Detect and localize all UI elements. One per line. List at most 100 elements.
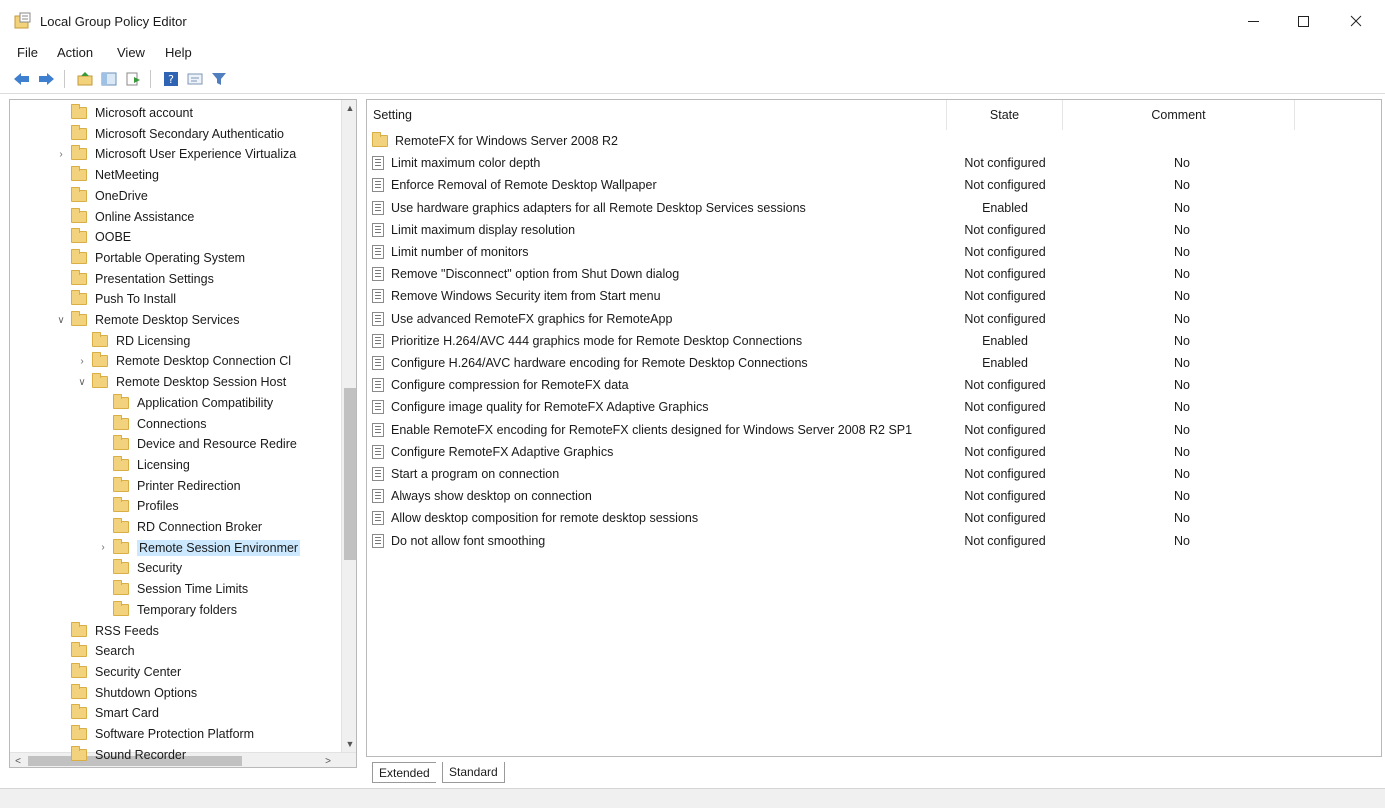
tree-item[interactable]: Software Protection Platform <box>71 724 254 744</box>
expand-chevron-icon[interactable]: › <box>55 149 67 160</box>
collapse-chevron-icon[interactable]: ∨ <box>55 315 67 326</box>
tree-item[interactable]: Temporary folders <box>113 600 237 620</box>
policy-row[interactable]: Configure H.264/AVC hardware encoding fo… <box>367 353 1381 375</box>
tree-item[interactable]: Connections <box>113 414 207 434</box>
tree-item[interactable]: ∨ Remote Desktop Services <box>57 310 240 330</box>
policy-row[interactable]: Use hardware graphics adapters for all R… <box>367 198 1381 220</box>
tree-scroll-thumb[interactable] <box>344 388 356 560</box>
tree-item[interactable]: Microsoft Secondary Authenticatio <box>71 124 284 144</box>
tree-item[interactable]: Profiles <box>113 496 179 516</box>
tree-item-label: Application Compatibility <box>137 395 274 410</box>
tree-item[interactable]: Smart Card <box>71 703 159 723</box>
column-header-setting[interactable]: Setting <box>367 100 947 130</box>
policy-row[interactable]: Enable RemoteFX encoding for RemoteFX cl… <box>367 420 1381 442</box>
policy-row[interactable]: Configure image quality for RemoteFX Ada… <box>367 397 1381 419</box>
properties-icon <box>187 73 203 85</box>
scroll-up-arrow-icon[interactable]: ▲ <box>342 100 356 116</box>
expand-chevron-icon[interactable]: › <box>76 356 88 367</box>
tree-item[interactable]: Online Assistance <box>71 207 195 227</box>
tree-item[interactable]: RD Licensing <box>92 331 190 351</box>
tree-item[interactable]: Search <box>71 641 135 661</box>
tree-item[interactable]: › Remote Session Environmer <box>101 538 301 558</box>
tree-item[interactable]: › Microsoft User Experience Virtualiza <box>59 144 297 164</box>
export-list-button[interactable] <box>122 68 144 90</box>
policy-row[interactable]: Configure RemoteFX Adaptive Graphics Not … <box>367 442 1381 464</box>
up-one-level-button[interactable] <box>74 68 96 90</box>
tree-item[interactable]: Push To Install <box>71 289 176 309</box>
tree-item[interactable]: › Remote Desktop Connection Cl <box>80 351 291 371</box>
tree-item-label: Security Center <box>95 664 182 679</box>
expand-chevron-icon[interactable]: › <box>97 542 109 553</box>
menu-help[interactable]: Help <box>165 45 192 60</box>
collapse-chevron-icon[interactable]: ∨ <box>76 377 88 388</box>
tree-item[interactable]: OneDrive <box>71 186 148 206</box>
policy-row[interactable]: Use advanced RemoteFX graphics for Remot… <box>367 309 1381 331</box>
tree-item-label: Microsoft User Experience Virtualiza <box>95 147 297 162</box>
folder-icon <box>71 290 87 306</box>
tree-item[interactable]: Shutdown Options <box>71 683 197 703</box>
policy-row[interactable]: Limit number of monitors Not configured No <box>367 242 1381 264</box>
close-button[interactable] <box>1333 6 1379 36</box>
tree-item[interactable]: OOBE <box>71 227 131 247</box>
policy-row[interactable]: Start a program on connection Not configu… <box>367 464 1381 486</box>
tab-extended[interactable]: Extended <box>372 762 436 783</box>
tree-item[interactable]: ∨ Remote Desktop Session Host <box>78 372 286 392</box>
policy-row[interactable]: Do not allow font smoothing Not configure… <box>367 531 1381 553</box>
policy-row[interactable]: Limit maximum display resolution Not conf… <box>367 220 1381 242</box>
tree-item[interactable]: Device and Resource Redire <box>113 434 297 454</box>
column-header-state[interactable]: State <box>947 100 1063 130</box>
tab-standard[interactable]: Standard <box>442 762 505 783</box>
policy-row[interactable]: Enforce Removal of Remote Desktop Wallpa… <box>367 175 1381 197</box>
policy-row[interactable]: Allow desktop composition for remote des… <box>367 508 1381 530</box>
menu-view[interactable]: View <box>117 45 145 60</box>
policy-row[interactable]: Remove "Disconnect" option from Shut Dow… <box>367 264 1381 286</box>
back-button[interactable] <box>11 68 33 90</box>
policy-row[interactable]: Remove Windows Security item from Start … <box>367 286 1381 308</box>
minimize-button[interactable] <box>1230 6 1276 36</box>
scroll-right-arrow-icon[interactable]: > <box>320 753 336 767</box>
tree-item[interactable]: Printer Redirection <box>113 476 241 496</box>
policy-row[interactable]: Limit maximum color depth Not configured N… <box>367 153 1381 175</box>
menu-file[interactable]: File <box>17 45 38 60</box>
policy-row[interactable]: Prioritize H.264/AVC 444 graphics mode f… <box>367 331 1381 353</box>
forward-button[interactable] <box>35 68 57 90</box>
tree-item[interactable]: Sound Recorder <box>71 745 186 765</box>
policy-row[interactable]: Always show desktop on connection Not con… <box>367 486 1381 508</box>
comment-cell: No <box>1174 200 1190 215</box>
column-header-comment[interactable]: Comment <box>1063 100 1295 130</box>
tree-item[interactable]: RD Connection Broker <box>113 517 262 537</box>
comment-cell: No <box>1174 467 1190 481</box>
state-cell: Not configured <box>964 245 1046 259</box>
comment-cell: No <box>1174 400 1190 415</box>
maximize-button[interactable] <box>1280 6 1326 36</box>
setting-cell: Use hardware graphics adapters for all R… <box>372 200 806 215</box>
show-hide-console-tree-button[interactable] <box>98 68 120 90</box>
tree-item[interactable]: Microsoft account <box>71 103 193 123</box>
status-bar <box>0 788 1385 808</box>
tree-item[interactable]: Security <box>113 558 182 578</box>
properties-button[interactable] <box>184 68 206 90</box>
menu-action[interactable]: Action <box>57 45 93 60</box>
settings-list[interactable]: Setting State Comment RemoteFX for Windo… <box>366 99 1382 757</box>
folder-icon <box>113 538 129 554</box>
tree-item[interactable]: Application Compatibility <box>113 393 274 413</box>
tree-item[interactable]: Security Center <box>71 662 182 682</box>
tree-item[interactable]: Presentation Settings <box>71 269 214 289</box>
scroll-left-arrow-icon[interactable]: < <box>10 753 26 767</box>
tree-item[interactable]: Licensing <box>113 455 190 475</box>
help-button[interactable]: ? <box>160 68 182 90</box>
comment-cell: No <box>1174 267 1190 282</box>
filter-button[interactable] <box>208 68 230 90</box>
tree-item[interactable]: NetMeeting <box>71 165 159 185</box>
console-tree[interactable]: ▲ ▼ < > Microsoft account Microsoft Secon… <box>9 99 357 768</box>
setting-name: Limit maximum display resolution <box>391 222 576 237</box>
policy-row[interactable]: Configure compression for RemoteFX data N… <box>367 375 1381 397</box>
tree-item-label: Online Assistance <box>95 209 195 224</box>
settings-folder-row[interactable]: RemoteFX for Windows Server 2008 R2 <box>367 131 1381 153</box>
tree-item[interactable]: RSS Feeds <box>71 621 159 641</box>
tree-vertical-scrollbar[interactable]: ▲ ▼ <box>341 100 356 752</box>
tree-item[interactable]: Portable Operating System <box>71 248 245 268</box>
folder-icon <box>71 207 87 223</box>
tree-item[interactable]: Session Time Limits <box>113 579 248 599</box>
scroll-down-arrow-icon[interactable]: ▼ <box>342 736 356 752</box>
